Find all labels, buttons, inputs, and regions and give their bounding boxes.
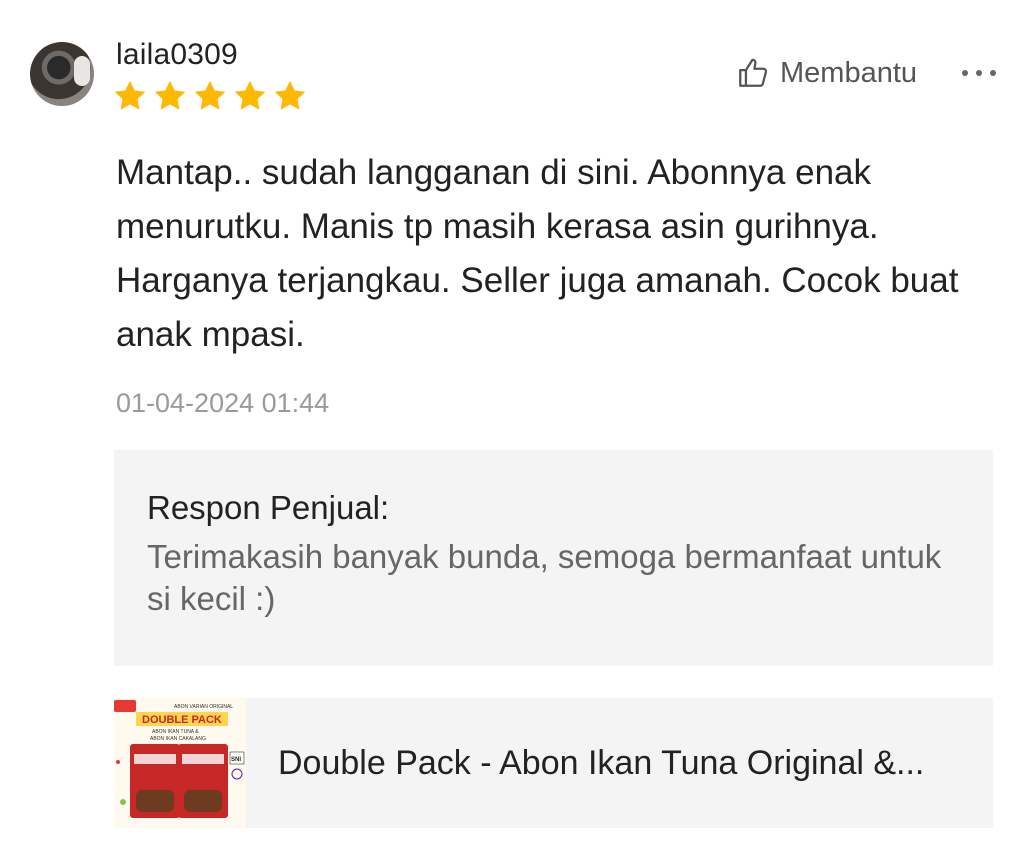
star-rating: [112, 78, 308, 114]
more-options-button[interactable]: [962, 56, 996, 90]
thumb-subtitle-2: ABON IKAN CAKALANG: [150, 736, 206, 742]
product-thumbnail: ABON VARIAN ORIGINAL DOUBLE PACK ABON IK…: [114, 698, 246, 828]
review-timestamp: 01-04-2024 01:44: [116, 388, 330, 418]
product-title: Double Pack - Abon Ikan Tuna Original &.…: [278, 744, 925, 782]
thumb-top-label: ABON VARIAN ORIGINAL: [174, 704, 233, 710]
seller-response: Respon Penjual: Terimakasih banyak bunda…: [114, 450, 993, 666]
product-image: ABON VARIAN ORIGINAL DOUBLE PACK ABON IK…: [114, 698, 246, 828]
thumb-sni-label: SNI: [231, 757, 241, 763]
star-icon: [194, 80, 226, 110]
reviewer-username: laila0309: [116, 38, 238, 71]
thumb-badge: DOUBLE PACK: [142, 714, 222, 726]
helpful-label: Membantu: [780, 56, 918, 89]
thumbs-up-icon: [739, 58, 768, 87]
star-icon: [114, 80, 146, 110]
review-text: Mantap.. sudah langganan di sini. Abonny…: [116, 153, 959, 354]
avatar[interactable]: [30, 42, 94, 106]
helpful-button[interactable]: Membantu: [736, 56, 917, 90]
product-card[interactable]: ABON VARIAN ORIGINAL DOUBLE PACK ABON IK…: [114, 698, 993, 828]
more-horizontal-icon: [962, 70, 968, 76]
thumb-subtitle-1: ABON IKAN TUNA &: [152, 729, 199, 735]
star-icon: [274, 80, 306, 110]
star-icon: [234, 80, 266, 110]
star-icon: [154, 80, 186, 110]
seller-response-title: Respon Penjual:: [147, 489, 390, 526]
seller-response-text: Terimakasih banyak bunda, semoga bermanf…: [147, 538, 942, 617]
